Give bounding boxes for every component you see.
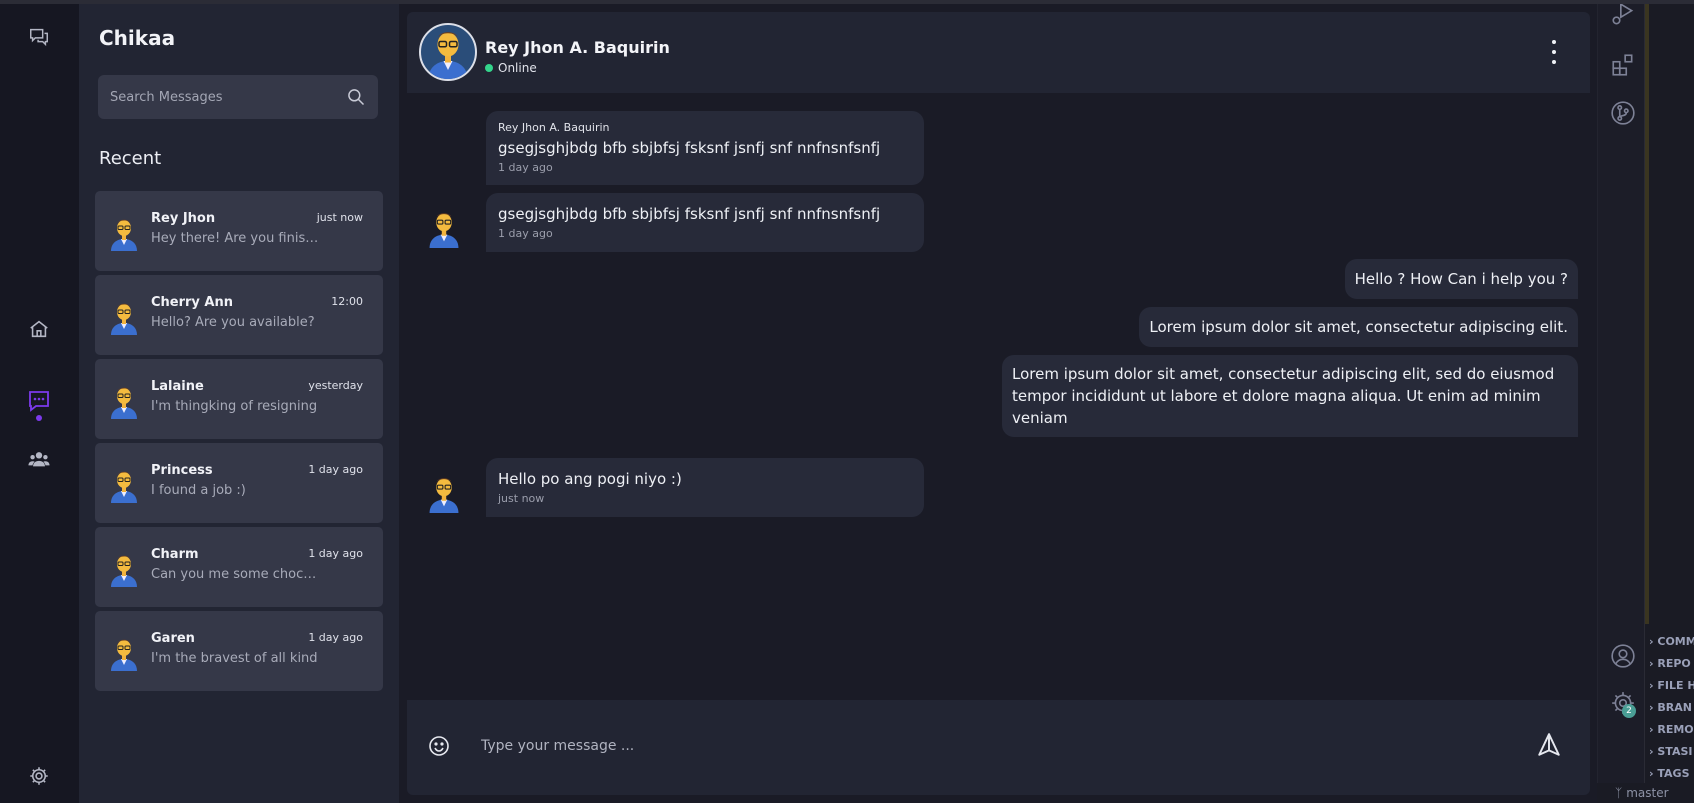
editor-side-panel: › COMM › REPO › FILE H › BRAN › REMO › S… <box>1644 4 1694 803</box>
message-text: Lorem ipsum dolor sit amet, consectetur … <box>1149 318 1568 336</box>
emoji-icon[interactable] <box>427 734 451 758</box>
message-bubble-incoming: Hello po ang pogi niyo :) just now <box>486 458 924 517</box>
conversation-name: Charm <box>151 547 199 562</box>
conversation-item[interactable]: Princess 1 day ago I found a job :) <box>95 443 383 523</box>
conversation-preview: Can you me some chocolates <box>151 567 321 582</box>
conversation-name: Lalaine <box>151 379 204 394</box>
message-bubble-outgoing: Lorem ipsum dolor sit amet, consectetur … <box>1002 355 1578 437</box>
conversation-item[interactable]: Cherry Ann 12:00 Hello? Are you availabl… <box>95 275 383 355</box>
home-icon[interactable] <box>24 314 54 344</box>
panel-divider <box>1645 4 1649 624</box>
message-bubble-incoming: Rey Jhon A. Baquirin gsegjsghjbdg bfb sb… <box>486 111 924 185</box>
notification-badge: 2 <box>1622 704 1636 718</box>
conversations-sidebar: Chikaa Recent Rey Jhon just now Hey ther… <box>79 4 399 803</box>
branch-name[interactable]: master <box>1626 786 1668 800</box>
panel-section-repositories[interactable]: › REPO <box>1649 657 1691 670</box>
branch-icon: ᛉ <box>1615 786 1623 800</box>
avatar <box>109 215 139 251</box>
nav-rail <box>0 4 79 803</box>
conversation-name: Garen <box>151 631 195 646</box>
conversation-item[interactable]: Lalaine yesterday I'm thingking of resig… <box>95 359 383 439</box>
conversation-preview: Hey there! Are you finished? <box>151 231 321 246</box>
recent-heading: Recent <box>99 148 162 169</box>
run-debug-icon[interactable] <box>1610 4 1636 30</box>
message-bubble-outgoing: Lorem ipsum dolor sit amet, consectetur … <box>1139 307 1578 347</box>
avatar <box>109 635 139 671</box>
conversation-time: 1 day ago <box>308 631 363 644</box>
conversation-name: Rey Jhon <box>151 211 216 226</box>
avatar <box>109 299 139 335</box>
message-bubble-outgoing: Hello ? How Can i help you ? <box>1344 259 1578 299</box>
source-control-icon[interactable] <box>1610 100 1636 126</box>
panel-section-commits[interactable]: › COMM <box>1649 635 1694 648</box>
avatar <box>109 551 139 587</box>
conversation-item[interactable]: Garen 1 day ago I'm the bravest of all k… <box>95 611 383 691</box>
conversation-list: Rey Jhon just now Hey there! Are you fin… <box>95 191 383 695</box>
avatar <box>109 467 139 503</box>
conversation-name: Cherry Ann <box>151 295 234 310</box>
conversation-item[interactable]: Charm 1 day ago Can you me some chocolat… <box>95 527 383 607</box>
conversation-preview: I found a job :) <box>151 483 246 498</box>
contact-name: Rey Jhon A. Baquirin <box>485 38 670 57</box>
message-time: 1 day ago <box>498 161 553 174</box>
panel-section-stashes[interactable]: › STASI <box>1649 745 1692 758</box>
message-list: Rey Jhon A. Baquirin gsegjsghjbdg bfb sb… <box>407 93 1590 693</box>
conversation-name: Princess <box>151 463 213 478</box>
conversation-time: yesterday <box>308 379 363 392</box>
status-bar: ᛉ master <box>1597 783 1694 803</box>
sender-avatar <box>427 208 461 248</box>
chat-header: Rey Jhon A. Baquirin Online <box>407 12 1590 93</box>
chat-panel: Rey Jhon A. Baquirin Online Rey Jhon A. … <box>399 4 1597 803</box>
contact-avatar[interactable] <box>419 23 477 81</box>
conversation-time: 12:00 <box>331 295 363 308</box>
conversation-time: just now <box>316 211 363 224</box>
extensions-icon[interactable] <box>1610 52 1636 78</box>
account-icon[interactable] <box>1610 643 1636 669</box>
send-icon[interactable] <box>1536 732 1562 758</box>
message-input[interactable] <box>481 732 1381 760</box>
conversation-item[interactable]: Rey Jhon just now Hey there! Are you fin… <box>95 191 383 271</box>
conversation-preview: Hello? Are you available? <box>151 315 315 330</box>
online-dot-icon <box>485 64 493 72</box>
messages-icon[interactable] <box>24 390 54 421</box>
contact-status: Online <box>485 61 537 75</box>
message-composer <box>407 700 1590 795</box>
panel-section-file-history[interactable]: › FILE H <box>1649 679 1694 692</box>
conversation-preview: I'm thingking of resigning <box>151 399 318 414</box>
sender-avatar <box>427 473 461 513</box>
more-options-icon[interactable] <box>1544 40 1564 64</box>
conversation-preview: I'm the bravest of all kind <box>151 651 318 666</box>
avatar <box>109 383 139 419</box>
editor-activity-bar <box>1597 4 1644 803</box>
message-time: just now <box>498 492 545 505</box>
search-box[interactable] <box>98 75 378 119</box>
message-text: Lorem ipsum dolor sit amet, consectetur … <box>1012 365 1555 427</box>
contacts-icon[interactable] <box>24 444 54 474</box>
panel-section-tags[interactable]: › TAGS <box>1649 767 1690 780</box>
message-time: 1 day ago <box>498 227 553 240</box>
app-title: Chikaa <box>99 26 176 50</box>
panel-section-remotes[interactable]: › REMO <box>1649 723 1694 736</box>
message-text: Hello ? How Can i help you ? <box>1354 270 1568 288</box>
panel-section-branches[interactable]: › BRAN <box>1649 701 1692 714</box>
conversation-time: 1 day ago <box>308 463 363 476</box>
search-icon[interactable] <box>346 87 366 107</box>
status-text: Online <box>498 61 537 75</box>
chat-bubbles-icon[interactable] <box>24 22 54 52</box>
message-text: gsegjsghjbdg bfb sbjbfsj fsksnf jsnfj sn… <box>498 139 881 157</box>
settings-gear-icon[interactable] <box>24 761 54 791</box>
conversation-time: 1 day ago <box>308 547 363 560</box>
message-sender: Rey Jhon A. Baquirin <box>498 121 610 134</box>
message-text: Hello po ang pogi niyo :) <box>498 470 682 488</box>
search-input[interactable] <box>110 89 346 105</box>
message-bubble-incoming: gsegjsghjbdg bfb sbjbfsj fsksnf jsnfj sn… <box>486 193 924 252</box>
message-text: gsegjsghjbdg bfb sbjbfsj fsksnf jsnfj sn… <box>498 205 881 223</box>
